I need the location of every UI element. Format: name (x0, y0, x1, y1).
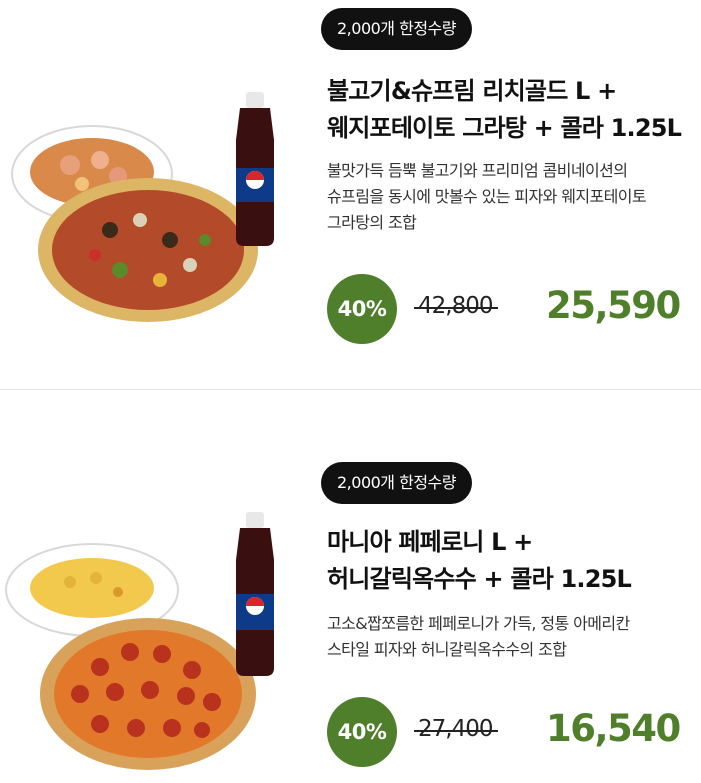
product-image (11, 92, 274, 322)
limited-quantity-badge: 2,000개 한정수량 (321, 8, 472, 50)
description-line: 불맛가득 듬뿍 불고기와 프리미엄 콤비네이션의 (327, 161, 628, 180)
pepsi-bottle-icon (236, 512, 274, 676)
discount-badge: 40% (327, 274, 397, 344)
product-image (5, 512, 274, 770)
product-title-line: 허니갈릭옥수수 + 콜라 1.25L (327, 565, 632, 593)
pizza-icon (38, 178, 258, 322)
description-line: 고소&짭쪼름한 페페로니가 가득, 정통 아메리칸 (327, 614, 630, 633)
original-price: 27,400 (413, 716, 500, 742)
product-title-line: 마니아 페페로니 L + (327, 528, 533, 556)
description-line: 그라탕의 조합 (327, 213, 417, 232)
product-title-line: 웨지포테이토 그라탕 + 콜라 1.25L (327, 114, 682, 142)
discount-badge: 40% (327, 697, 397, 767)
product-description: 불맛가득 듬뿍 불고기와 프리미엄 콤비네이션의 슈프림을 동시에 맛볼수 있는… (327, 158, 701, 236)
product-description: 고소&짭쪼름한 페페로니가 가득, 정통 아메리칸 스타일 피자와 허니갈릭옥수… (327, 611, 701, 663)
product-title[interactable]: 마니아 페페로니 L + 허니갈릭옥수수 + 콜라 1.25L (327, 524, 699, 598)
pepsi-bottle-icon (236, 92, 274, 246)
limited-quantity-badge: 2,000개 한정수량 (321, 462, 472, 504)
sale-price: 25,590 (546, 284, 681, 327)
pizza-icon (40, 618, 256, 770)
description-line: 슈프림을 동시에 맛볼수 있는 피자와 웨지포테이토 (327, 187, 647, 206)
sale-price: 16,540 (546, 707, 681, 750)
product-title-line: 불고기&슈프림 리치골드 L + (327, 77, 617, 105)
product-title[interactable]: 불고기&슈프림 리치골드 L + 웨지포테이토 그라탕 + 콜라 1.25L (327, 73, 699, 147)
section-divider (0, 389, 701, 390)
product-card-bulgogi-supreme[interactable]: 2,000개 한정수량 불고기&슈프림 리치골드 L + 웨지포테이토 그라탕 … (0, 0, 701, 390)
description-line: 스타일 피자와 허니갈릭옥수수의 조합 (327, 640, 567, 659)
original-price: 42,800 (413, 293, 500, 319)
product-card-mania-pepperoni[interactable]: 2,000개 한정수량 마니아 페페로니 L + 허니갈릭옥수수 + 콜라 1.… (0, 392, 701, 783)
